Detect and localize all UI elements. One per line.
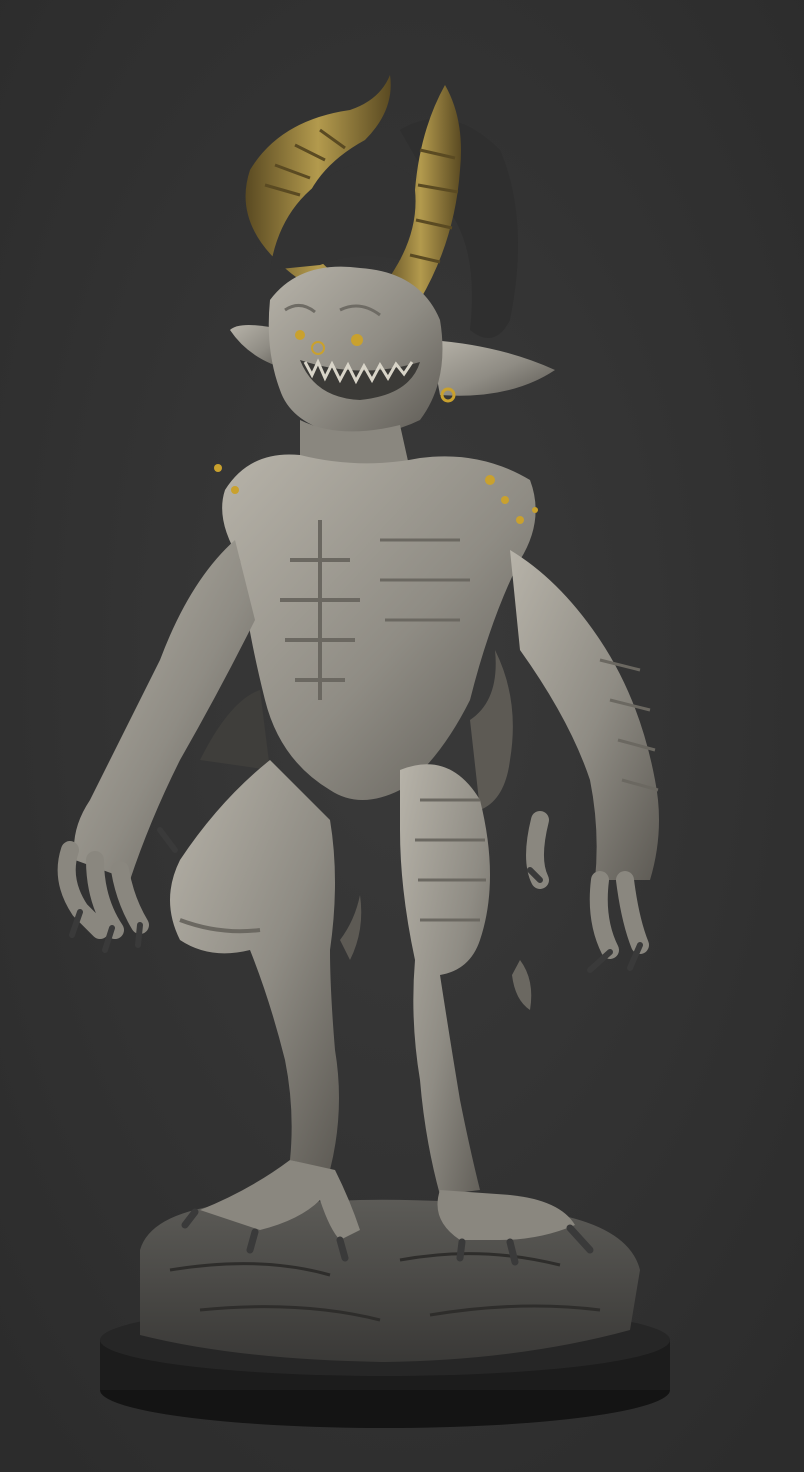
sculpt-viewport [0,0,804,1472]
eye-left [295,330,305,340]
creature-sculpt-render [0,0,804,1472]
eye-right [351,334,363,346]
